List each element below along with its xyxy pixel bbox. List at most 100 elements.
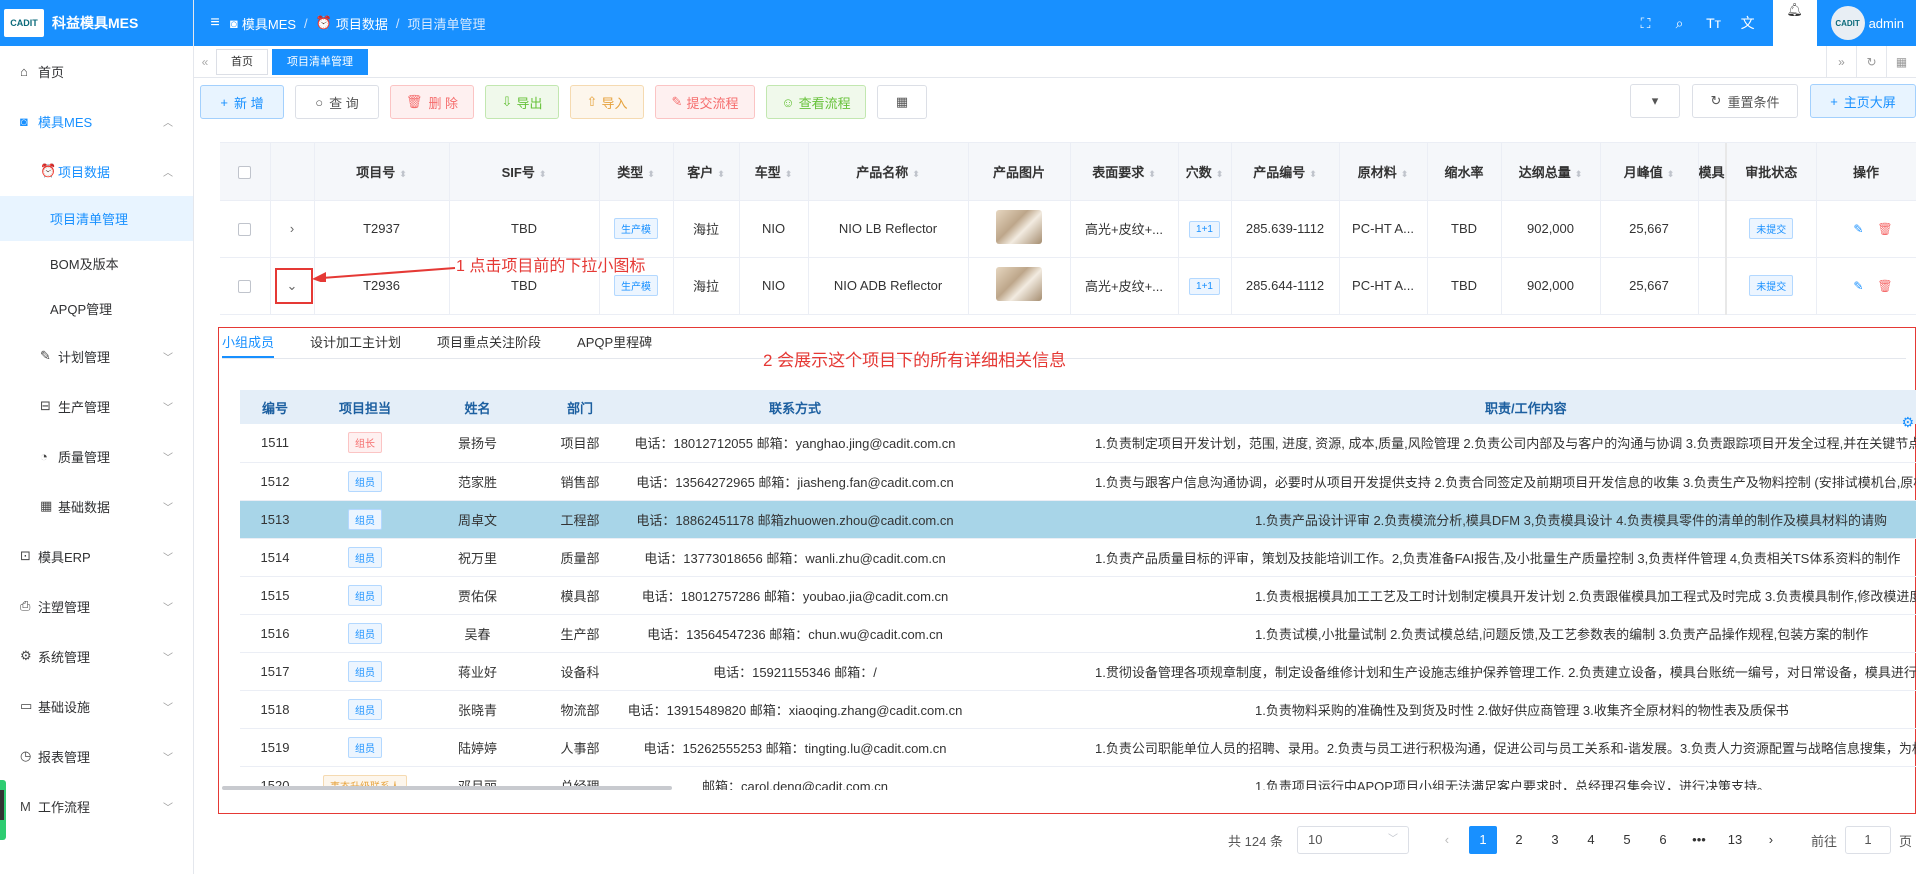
import-button[interactable]: ⇧ 导入 [570,85,644,119]
submit-flow-button[interactable]: ✎ 提交流程 [655,85,755,119]
col-type[interactable]: 类型 ⬍ [599,143,674,201]
delete-button[interactable]: 🗑︎ 删 除 [390,85,474,119]
member-row[interactable]: 1519 组员 陆婷婷 人事部 电话：15262555253 邮箱：tingting.l… [240,728,1916,767]
sidebar-item-project-data[interactable]: ⏰ 项目数据 ︿ [0,146,193,196]
prev-page-icon[interactable]: ‹ [1433,826,1461,854]
page-number[interactable]: 4 [1577,826,1605,854]
member-row[interactable]: 1513 组员 周卓文 工程部 电话：18862451178 邮箱zhuowen.zho… [240,500,1916,539]
user-menu[interactable]: CADIT admin [1817,6,1916,40]
sidebar-item-workflow[interactable]: M 工作流程 ﹀ [0,781,193,831]
dropdown-button[interactable]: ▾ [1630,84,1680,118]
col-sif[interactable]: SIF号 ⬍ [449,143,600,201]
member-id: 1517 [240,652,310,691]
sidebar-item-bom[interactable]: BOM及版本 [0,241,193,286]
tab-master-plan[interactable]: 设计加工主计划 [310,332,401,358]
tab-focus-stage[interactable]: 项目重点关注阶段 [437,332,541,358]
page-number[interactable]: 13 [1721,826,1749,854]
member-row[interactable]: 1514 组员 祝万里 质量部 电话：13773018656 邮箱：wanli.zhu@… [240,538,1916,577]
sidebar-item-mold-erp[interactable]: ⊡ 模具ERP ﹀ [0,531,193,581]
edit-icon[interactable]: ✎ [1853,222,1863,236]
horizontal-scrollbar[interactable] [222,786,672,790]
sidebar-item-apqp[interactable]: APQP管理 [0,286,193,331]
row-checkbox[interactable] [220,200,271,258]
sidebar-item-label: 基础设施 [38,699,91,715]
page-number[interactable]: 5 [1613,826,1641,854]
total-count: 共 124 条 [1228,833,1283,849]
columns-button[interactable]: ▦ [877,85,927,119]
sidebar-item-quality[interactable]: ◔ 质量管理 ﹀ [0,431,193,481]
select-all-checkbox[interactable] [220,143,271,201]
table-row[interactable]: › T2937 TBD 生产模 海拉 NIO NIO LB Reflector … [220,200,1916,258]
goto-input[interactable]: 1 [1844,826,1891,854]
col-material[interactable]: 原材料 ⬍ [1339,143,1428,201]
col-total[interactable]: 达纲总量 ⬍ [1501,143,1601,201]
scroll-right-icon[interactable]: » [1826,46,1856,78]
page-ellipsis[interactable]: ••• [1685,826,1713,854]
sidebar-item-plan[interactable]: ✎ 计划管理 ﹀ [0,331,193,381]
reset-button[interactable]: ↻ 重置条件 [1692,84,1798,118]
trash-icon[interactable]: 🗑︎ [1877,222,1892,236]
col-car[interactable]: 车型 ⬍ [739,143,809,201]
grid-menu-icon[interactable]: ▦ [1886,46,1916,78]
page-number[interactable]: 2 [1505,826,1533,854]
member-row[interactable]: 1512 组员 范家胜 销售部 电话：13564272965 邮箱：jiasheng.f… [240,462,1916,501]
trash-icon[interactable]: 🗑︎ [1877,279,1892,293]
chevron-right-icon[interactable]: › [270,200,315,258]
member-row[interactable]: 1518 组员 张晓青 物流部 电话：13915489820 邮箱：xiaoqing.z… [240,690,1916,729]
member-name: 景扬号 [420,424,535,463]
scroll-left-icon[interactable]: « [194,55,216,69]
page-number[interactable]: 6 [1649,826,1677,854]
member-row[interactable]: 1511 组长 景扬号 项目部 电话：18012712055 邮箱：yanghao.ji… [240,424,1916,463]
tag-home[interactable]: 首页 [216,48,268,75]
member-name: 贾佑保 [420,576,535,615]
member-row[interactable]: 1516 组员 吴春 生产部 电话：13564547236 邮箱：chun.wu@cad… [240,614,1916,653]
col-product[interactable]: 产品名称 ⬍ [808,143,969,201]
search-icon[interactable]: ⌕ [1663,15,1697,32]
member-row[interactable]: 1517 组员 蒋业好 设备科 电话：15921155346 邮箱：/1.贯彻设备管理各… [240,652,1916,691]
add-button[interactable]: + 新 增 [200,85,284,119]
font-size-icon[interactable]: Tт [1697,15,1731,31]
export-button[interactable]: ⇩ 导出 [485,85,559,119]
refresh-icon[interactable]: ↻ [1856,46,1886,78]
sidebar-item-production[interactable]: ⊟ 生产管理 ﹀ [0,381,193,431]
app-logo[interactable]: CADIT 科益模具MES [0,0,193,46]
tag-project-list[interactable]: 项目清单管理 [272,48,368,75]
col-product-no[interactable]: 产品编号 ⬍ [1231,143,1340,201]
col-peak[interactable]: 月峰值 ⬍ [1600,143,1699,201]
row-checkbox[interactable] [220,257,271,315]
sidebar-item-mold-mes[interactable]: ◙ 模具MES ︿ [0,96,193,146]
member-row[interactable]: 1515 组员 贾佑保 模具部 电话：18012757286 邮箱：youbao.jia… [240,576,1916,615]
query-button[interactable]: ○ 查 询 [295,85,379,119]
member-role: 组长 [348,432,382,454]
col-project-no[interactable]: 项目号 ⬍ [314,143,450,201]
page-number[interactable]: 3 [1541,826,1569,854]
menu-toggle-icon[interactable]: ≡ [200,14,230,32]
fullscreen-icon[interactable]: ⛶ [1629,15,1663,32]
tab-members[interactable]: 小组成员 [222,332,275,358]
translate-icon[interactable]: 文 [1731,13,1765,33]
tab-apqp[interactable]: APQP里程碑 [577,332,652,358]
next-page-icon[interactable]: › [1757,826,1785,854]
member-role: 组员 [348,546,382,568]
sidebar-item-home[interactable]: ⌂ 首页 [0,46,193,96]
page-number[interactable]: 1 [1468,826,1497,854]
sidebar-item-system[interactable]: ⚙ 系统管理 ﹀ [0,631,193,681]
sidebar-item-project-list[interactable]: 项目清单管理 [0,196,193,241]
bell-icon[interactable]: 🔔︎ [1772,0,1817,46]
col-customer[interactable]: 客户 ⬍ [673,143,740,201]
settings-float-icon[interactable]: ⚙ [1901,414,1914,431]
sidebar-item-infra[interactable]: ▭ 基础设施 ﹀ [0,681,193,731]
col-surface[interactable]: 表面要求 ⬍ [1070,143,1179,201]
col-cavity[interactable]: 穴数 ⬍ [1178,143,1232,201]
annotation-step1: 1 点击项目前的下拉小图标 [456,258,646,275]
topbar: ≡ ◙ 模具MES / ⏰ 项目数据 / 项目清单管理 ⛶ ⌕ Tт 文 🔔︎ … [194,0,1916,46]
edit-icon[interactable]: ✎ [1853,279,1863,293]
breadcrumb-item[interactable]: 项目数据 [336,14,388,33]
sidebar-item-report[interactable]: ◷ 报表管理 ﹀ [0,731,193,781]
sidebar-item-injection[interactable]: ⎙ 注塑管理 ﹀ [0,581,193,631]
sidebar-item-basic-data[interactable]: ▦ 基础数据 ﹀ [0,481,193,531]
view-flow-button[interactable]: ☺ 查看流程 [766,85,866,119]
breadcrumb-item[interactable]: 模具MES [242,14,296,33]
page-size-select[interactable]: 10 ﹀ [1296,826,1409,854]
bigscreen-button[interactable]: + 主页大屏 [1810,84,1916,118]
